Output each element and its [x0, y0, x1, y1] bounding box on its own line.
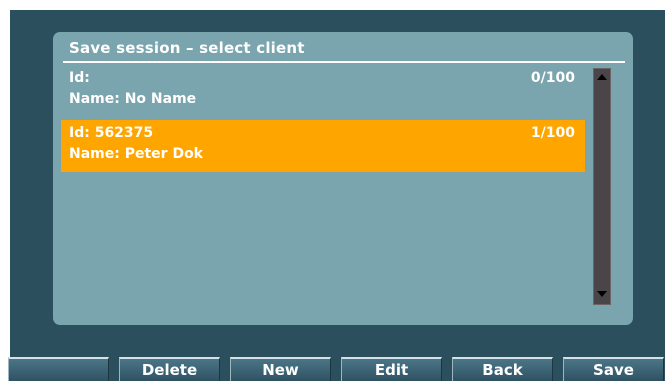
client-name: Name: Peter Dok: [69, 146, 203, 162]
title-divider: [63, 61, 625, 63]
softkey-bar: Delete New Edit Back Save: [0, 357, 671, 381]
delete-button[interactable]: Delete: [119, 357, 220, 381]
device-screen: Save session – select client Id: Name: N…: [10, 10, 665, 381]
client-row-peter-dok[interactable]: Id: 562375 Name: Peter Dok 1/100: [61, 120, 585, 172]
select-client-dialog: Save session – select client Id: Name: N…: [53, 32, 633, 325]
session-count: 0/100: [530, 70, 575, 86]
list-scrollbar[interactable]: [593, 68, 611, 305]
softkey-blank[interactable]: [8, 357, 109, 381]
save-button[interactable]: Save: [563, 357, 664, 381]
client-name: Name: No Name: [69, 91, 197, 107]
scroll-down-arrow-icon[interactable]: [594, 288, 610, 302]
client-id: Id: 562375: [69, 125, 154, 141]
client-row-no-name[interactable]: Id: Name: No Name 0/100: [61, 65, 585, 117]
back-button[interactable]: Back: [452, 357, 553, 381]
edit-button[interactable]: Edit: [341, 357, 442, 381]
session-count: 1/100: [530, 125, 575, 141]
scroll-up-arrow-icon[interactable]: [594, 71, 610, 85]
new-button[interactable]: New: [230, 357, 331, 381]
client-id: Id:: [69, 70, 90, 86]
client-list: Id: Name: No Name 0/100 Id: 562375 Name:…: [61, 65, 585, 317]
dialog-title: Save session – select client: [69, 39, 305, 57]
